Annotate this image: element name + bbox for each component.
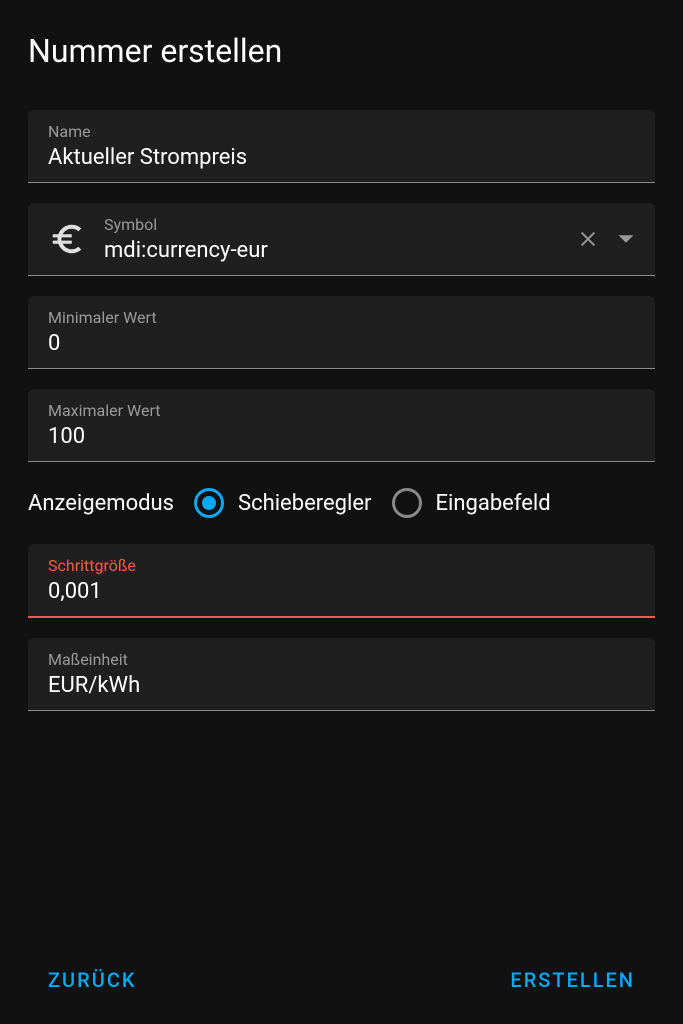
symbol-label: Symbol	[104, 215, 559, 234]
symbol-body: Symbol	[104, 215, 559, 263]
radio-input[interactable]	[392, 488, 422, 518]
create-button[interactable]: Erstellen	[510, 968, 635, 992]
min-field[interactable]: Minimaler Wert	[28, 296, 655, 369]
symbol-input[interactable]	[104, 238, 559, 263]
symbol-field[interactable]: Symbol	[28, 203, 655, 276]
clear-icon[interactable]	[577, 228, 599, 250]
display-mode-option-input[interactable]: Eingabefeld	[392, 488, 551, 518]
symbol-actions	[577, 228, 635, 250]
dialog-title: Nummer erstellen	[28, 32, 655, 70]
max-field[interactable]: Maximaler Wert	[28, 389, 655, 462]
display-mode-option-slider[interactable]: Schieberegler	[194, 488, 371, 518]
display-mode-row: Anzeigemodus Schieberegler Eingabefeld	[28, 482, 655, 524]
dialog-actions: Zurück Erstellen	[28, 944, 655, 1000]
create-number-dialog: Nummer erstellen Name Symbol	[0, 0, 683, 1024]
min-input[interactable]	[48, 331, 635, 356]
name-label: Name	[48, 122, 635, 141]
step-label: Schrittgröße	[48, 556, 635, 575]
back-button[interactable]: Zurück	[48, 968, 137, 992]
fields-container: Name Symbol Minimaler Wert	[28, 110, 655, 944]
radio-slider-label: Schieberegler	[238, 491, 371, 516]
unit-input[interactable]	[48, 673, 635, 698]
max-label: Maximaler Wert	[48, 401, 635, 420]
step-input[interactable]	[48, 579, 635, 604]
chevron-down-icon[interactable]	[617, 233, 635, 245]
name-field[interactable]: Name	[28, 110, 655, 183]
display-mode-label: Anzeigemodus	[28, 491, 174, 516]
name-input[interactable]	[48, 145, 635, 170]
min-label: Minimaler Wert	[48, 308, 635, 327]
unit-label: Maßeinheit	[48, 650, 635, 669]
unit-field[interactable]: Maßeinheit	[28, 638, 655, 711]
radio-slider[interactable]	[194, 488, 224, 518]
currency-eur-icon	[48, 220, 86, 258]
step-field[interactable]: Schrittgröße	[28, 544, 655, 618]
max-input[interactable]	[48, 424, 635, 449]
radio-input-label: Eingabefeld	[436, 491, 551, 516]
